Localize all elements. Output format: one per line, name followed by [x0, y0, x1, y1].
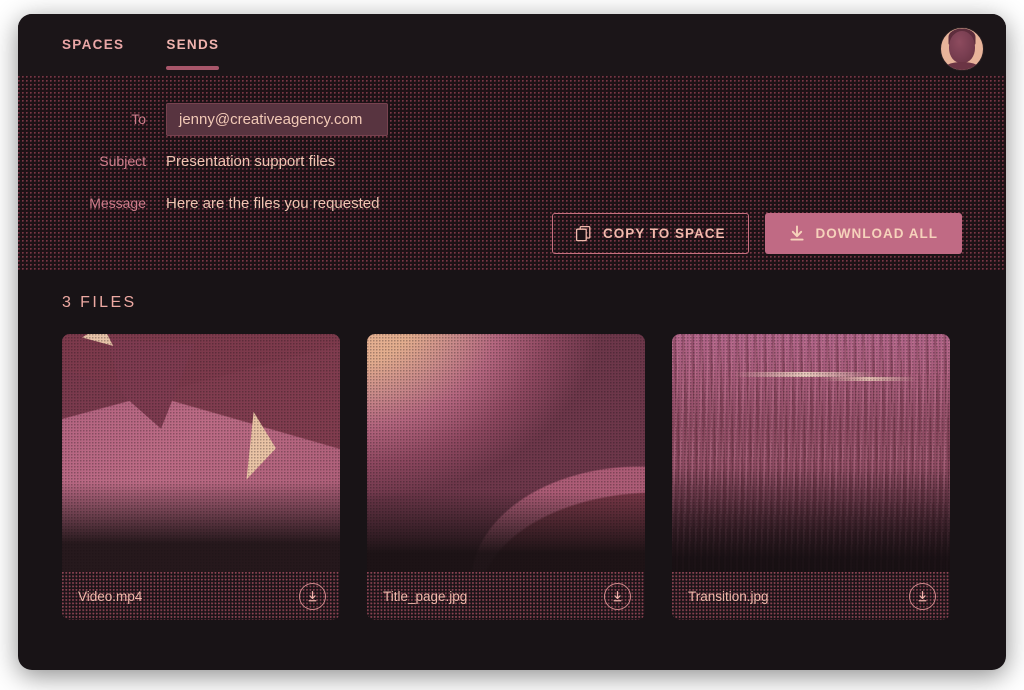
download-all-label: DOWNLOAD ALL [815, 226, 938, 241]
download-file-icon[interactable] [299, 582, 326, 610]
file-card[interactable]: Transition.jpg [672, 334, 950, 620]
form-row-subject: Subject Presentation support files [62, 140, 962, 182]
thumbnail-shape-triangle [246, 411, 280, 483]
download-file-icon[interactable] [909, 582, 936, 610]
file-card-footer: Transition.jpg [672, 572, 950, 620]
file-thumbnail [672, 334, 950, 572]
form-actions: COPY TO SPACE DOWNLOAD ALL [551, 213, 962, 254]
file-card[interactable]: Video.mp4 [62, 334, 340, 620]
copy-icon [575, 225, 592, 242]
tab-spaces-label: SPACES [62, 36, 125, 52]
to-input[interactable]: jenny@creativeagency.com [166, 102, 388, 136]
avatar-shoulders [942, 62, 982, 70]
thumbnail-highlight-streak-2 [822, 376, 917, 381]
file-thumbnail [367, 334, 645, 572]
file-card-footer: Video.mp4 [62, 572, 340, 620]
tab-sends-label: SENDS [166, 36, 220, 52]
thumbnail-shape-wedge [106, 338, 195, 429]
download-icon [789, 225, 805, 242]
message-value: Here are the files you requested [166, 194, 380, 212]
copy-to-space-label: COPY TO SPACE [602, 226, 726, 241]
label-to: To [131, 111, 146, 127]
file-name: Transition.jpg [688, 588, 769, 604]
subject-value: Presentation support files [166, 152, 336, 170]
file-name: Title_page.jpg [383, 588, 468, 604]
copy-to-space-button[interactable]: COPY TO SPACE [551, 213, 749, 254]
files-section: 3 FILES Video.mp4 Title_page.jpg Transit… [18, 270, 1006, 620]
tab-sends[interactable]: SENDS [166, 19, 220, 72]
label-message: Message [89, 195, 146, 211]
file-name: Video.mp4 [78, 588, 143, 604]
file-thumbnail [62, 334, 340, 572]
top-navigation-bar: SPACES SENDS [18, 14, 1006, 76]
avatar-face [949, 31, 975, 64]
label-subject: Subject [99, 153, 146, 169]
files-grid: Video.mp4 Title_page.jpg Transition.jpg [62, 334, 962, 620]
tab-spaces[interactable]: SPACES [62, 19, 124, 72]
download-all-button[interactable]: DOWNLOAD ALL [764, 213, 962, 254]
form-row-to: To jenny@creativeagency.com [62, 98, 962, 140]
download-file-icon[interactable] [604, 582, 631, 610]
thumbnail-shape-triangle-small [82, 334, 119, 347]
app-window: SPACES SENDS To jenny@creativeagency.com… [18, 14, 1006, 670]
files-heading: 3 FILES [62, 294, 137, 311]
file-card[interactable]: Title_page.jpg [367, 334, 645, 620]
file-card-footer: Title_page.jpg [367, 572, 645, 620]
avatar[interactable] [940, 27, 984, 71]
send-details-panel: To jenny@creativeagency.com Subject Pres… [18, 76, 1006, 270]
